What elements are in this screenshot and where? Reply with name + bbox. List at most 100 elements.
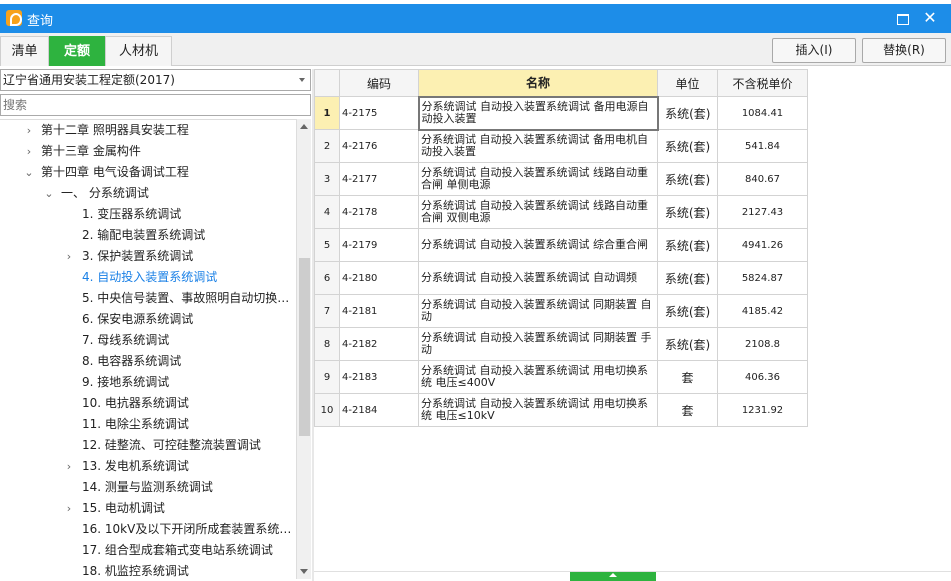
table-row[interactable]: 9 4-2183 分系统调试 自动投入装置系统调试 用电切换系统 电压≤400V 套 4… bbox=[314, 360, 808, 394]
chevron-right-icon[interactable]: › bbox=[64, 498, 74, 519]
tab-norm[interactable]: 定额 bbox=[49, 36, 105, 66]
table-row[interactable]: 5 4-2179 分系统调试 自动投入装置系统调试 综合重合闸 系统(套) 4941.2… bbox=[314, 228, 808, 262]
chevron-right-icon[interactable]: › bbox=[24, 141, 34, 162]
chevron-right-icon[interactable]: › bbox=[64, 246, 74, 267]
price-cell[interactable]: 4941.26 bbox=[717, 228, 808, 262]
chevron-down-icon[interactable]: ⌄ bbox=[24, 162, 34, 183]
header-price[interactable]: 不含税单价 bbox=[717, 69, 808, 97]
unit-cell[interactable]: 系统(套) bbox=[657, 129, 718, 163]
tree-item[interactable]: 18. 机监控系统调试 bbox=[0, 561, 296, 581]
tree-item[interactable]: 5. 中央信号装置、事故照明自动切换… bbox=[0, 288, 296, 309]
price-cell[interactable]: 2108.8 bbox=[717, 327, 808, 361]
unit-cell[interactable]: 系统(套) bbox=[657, 96, 718, 130]
tree-item[interactable]: › 13. 发电机系统调试 bbox=[0, 456, 296, 477]
price-cell[interactable]: 840.67 bbox=[717, 162, 808, 196]
price-cell[interactable]: 1231.92 bbox=[717, 393, 808, 427]
code-cell[interactable]: 4-2182 bbox=[339, 327, 419, 361]
header-code[interactable]: 编码 bbox=[339, 69, 419, 97]
unit-cell[interactable]: 系统(套) bbox=[657, 261, 718, 295]
close-button[interactable]: ✕ bbox=[919, 8, 941, 28]
scrollbar-thumb[interactable] bbox=[299, 258, 310, 436]
name-cell[interactable]: 分系统调试 自动投入装置系统调试 备用电源自动投入装置 bbox=[417, 95, 659, 131]
price-cell[interactable]: 5824.87 bbox=[717, 261, 808, 295]
tree-item[interactable]: › 3. 保护装置系统调试 bbox=[0, 246, 296, 267]
tree-item[interactable]: 7. 母线系统调试 bbox=[0, 330, 296, 351]
search-box[interactable] bbox=[0, 94, 311, 116]
code-cell[interactable]: 4-2176 bbox=[339, 129, 419, 163]
chevron-down-icon[interactable]: ⌄ bbox=[44, 183, 54, 204]
insert-button[interactable]: 插入(I) bbox=[772, 38, 856, 63]
unit-cell[interactable]: 系统(套) bbox=[657, 327, 718, 361]
row-number[interactable]: 1 bbox=[314, 96, 340, 130]
tree-item[interactable]: 2. 输配电装置系统调试 bbox=[0, 225, 296, 246]
code-cell[interactable]: 4-2184 bbox=[339, 393, 419, 427]
code-cell[interactable]: 4-2179 bbox=[339, 228, 419, 262]
name-cell[interactable]: 分系统调试 自动投入装置系统调试 同期装置 手动 bbox=[418, 327, 658, 361]
unit-cell[interactable]: 套 bbox=[657, 393, 718, 427]
tree-item[interactable]: 9. 接地系统调试 bbox=[0, 372, 296, 393]
price-cell[interactable]: 4185.42 bbox=[717, 294, 808, 328]
tree-item[interactable]: 17. 组合型成套箱式变电站系统调试 bbox=[0, 540, 296, 561]
row-number[interactable]: 6 bbox=[314, 261, 340, 295]
price-cell[interactable]: 541.84 bbox=[717, 129, 808, 163]
row-number[interactable]: 10 bbox=[314, 393, 340, 427]
maximize-button[interactable] bbox=[891, 8, 913, 28]
chevron-down-icon[interactable] bbox=[299, 78, 305, 82]
replace-button[interactable]: 替换(R) bbox=[862, 38, 946, 63]
price-cell[interactable]: 1084.41 bbox=[717, 96, 808, 130]
norm-library-dropdown[interactable]: 辽宁省通用安装工程定额(2017) bbox=[0, 69, 311, 91]
name-cell[interactable]: 分系统调试 自动投入装置系统调试 用电切换系统 电压≤10kV bbox=[418, 393, 658, 427]
table-row[interactable]: 8 4-2182 分系统调试 自动投入装置系统调试 同期装置 手动 系统(套) 2108… bbox=[314, 327, 808, 361]
table-row[interactable]: 4 4-2178 分系统调试 自动投入装置系统调试 线路自动重合闸 双侧电源 系统(套… bbox=[314, 195, 808, 229]
unit-cell[interactable]: 系统(套) bbox=[657, 162, 718, 196]
row-number[interactable]: 3 bbox=[314, 162, 340, 196]
table-row[interactable]: 1 4-2175 分系统调试 自动投入装置系统调试 备用电源自动投入装置 系统(套) 1… bbox=[314, 95, 808, 131]
row-number[interactable]: 7 bbox=[314, 294, 340, 328]
tree-item[interactable]: ⌄ 一、 分系统调试 bbox=[0, 183, 296, 204]
tree-item[interactable]: 11. 电除尘系统调试 bbox=[0, 414, 296, 435]
price-cell[interactable]: 406.36 bbox=[717, 360, 808, 394]
unit-cell[interactable]: 系统(套) bbox=[657, 195, 718, 229]
code-cell[interactable]: 4-2180 bbox=[339, 261, 419, 295]
table-row[interactable]: 2 4-2176 分系统调试 自动投入装置系统调试 备用电机自动投入装置 系统(套) 5… bbox=[314, 129, 808, 163]
table-row[interactable]: 6 4-2180 分系统调试 自动投入装置系统调试 自动调频 系统(套) 5824.87 bbox=[314, 261, 808, 295]
tab-bill[interactable]: 清单 bbox=[0, 36, 49, 66]
name-cell[interactable]: 分系统调试 自动投入装置系统调试 用电切换系统 电压≤400V bbox=[418, 360, 658, 394]
expand-panel-handle[interactable] bbox=[570, 572, 656, 581]
scroll-down-arrow-icon[interactable] bbox=[297, 564, 312, 579]
name-cell[interactable]: 分系统调试 自动投入装置系统调试 自动调频 bbox=[418, 261, 658, 295]
unit-cell[interactable]: 系统(套) bbox=[657, 228, 718, 262]
code-cell[interactable]: 4-2175 bbox=[339, 96, 419, 130]
name-cell[interactable]: 分系统调试 自动投入装置系统调试 备用电机自动投入装置 bbox=[418, 129, 658, 163]
price-cell[interactable]: 2127.43 bbox=[717, 195, 808, 229]
unit-cell[interactable]: 套 bbox=[657, 360, 718, 394]
tree-item[interactable]: › 15. 电动机调试 bbox=[0, 498, 296, 519]
unit-cell[interactable]: 系统(套) bbox=[657, 294, 718, 328]
tree-item[interactable]: 10. 电抗器系统调试 bbox=[0, 393, 296, 414]
tree-item[interactable]: 14. 测量与监测系统调试 bbox=[0, 477, 296, 498]
row-number[interactable]: 8 bbox=[314, 327, 340, 361]
tree-item[interactable]: › 第十二章 照明器具安装工程 bbox=[0, 120, 296, 141]
tree-item[interactable]: 4. 自动投入装置系统调试 bbox=[0, 267, 296, 288]
code-cell[interactable]: 4-2178 bbox=[339, 195, 419, 229]
row-number[interactable]: 5 bbox=[314, 228, 340, 262]
name-cell[interactable]: 分系统调试 自动投入装置系统调试 综合重合闸 bbox=[418, 228, 658, 262]
row-number[interactable]: 2 bbox=[314, 129, 340, 163]
chevron-right-icon[interactable]: › bbox=[64, 456, 74, 477]
tree-item[interactable]: 8. 电容器系统调试 bbox=[0, 351, 296, 372]
table-row[interactable]: 10 4-2184 分系统调试 自动投入装置系统调试 用电切换系统 电压≤10kV 套… bbox=[314, 393, 808, 427]
tree-item[interactable]: 6. 保安电源系统调试 bbox=[0, 309, 296, 330]
tree-item[interactable]: 16. 10kV及以下开闭所成套装置系统… bbox=[0, 519, 296, 540]
header-unit[interactable]: 单位 bbox=[657, 69, 718, 97]
tree-item[interactable]: 12. 硅整流、可控硅整流装置调试 bbox=[0, 435, 296, 456]
header-name[interactable]: 名称 bbox=[418, 69, 658, 97]
row-number[interactable]: 9 bbox=[314, 360, 340, 394]
name-cell[interactable]: 分系统调试 自动投入装置系统调试 线路自动重合闸 双侧电源 bbox=[418, 195, 658, 229]
code-cell[interactable]: 4-2183 bbox=[339, 360, 419, 394]
tree-item[interactable]: ⌄ 第十四章 电气设备调试工程 bbox=[0, 162, 296, 183]
tab-labor-material-machine[interactable]: 人材机 bbox=[105, 36, 172, 66]
tree-item[interactable]: › 第十三章 金属构件 bbox=[0, 141, 296, 162]
scroll-up-arrow-icon[interactable] bbox=[297, 119, 312, 134]
tree-scrollbar[interactable] bbox=[296, 119, 311, 579]
search-input[interactable] bbox=[1, 95, 301, 115]
